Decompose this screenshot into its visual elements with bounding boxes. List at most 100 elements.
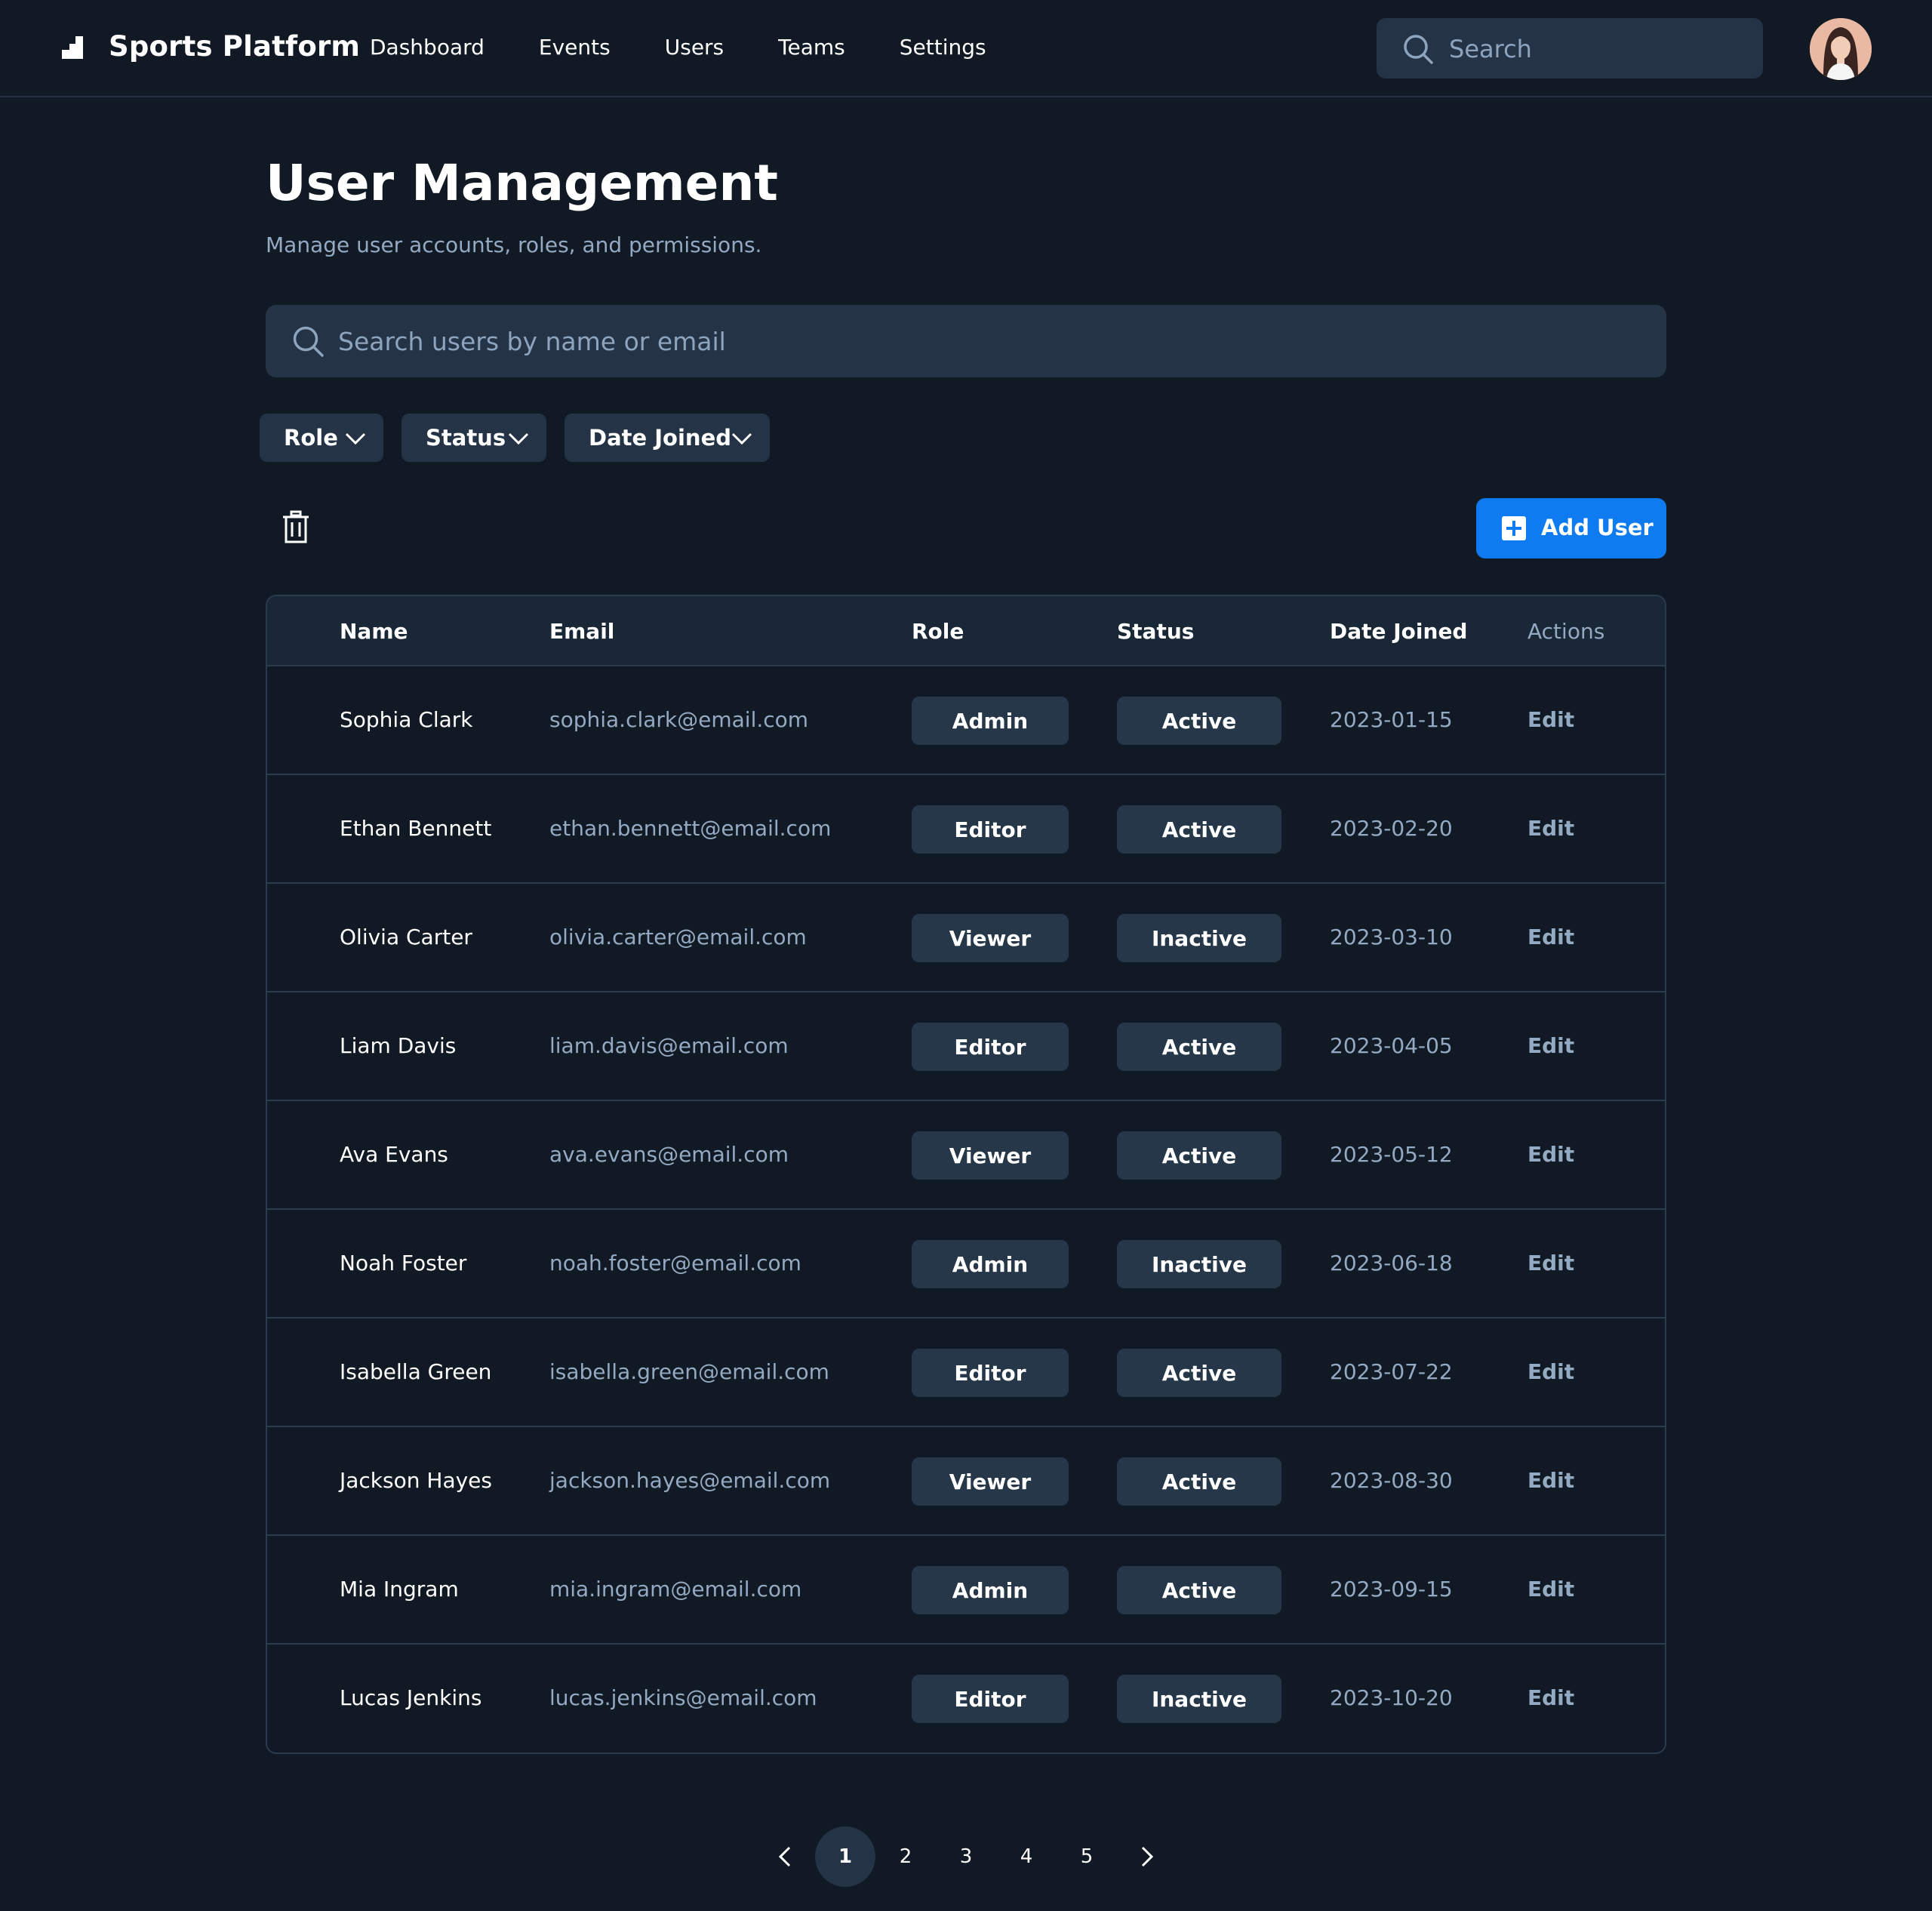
date-joined-filter-dropdown[interactable]: Date Joined [565, 414, 770, 462]
add-user-button[interactable]: Add User [1476, 498, 1666, 559]
user-email: noah.foster@email.com [549, 1251, 801, 1276]
user-email: ethan.bennett@email.com [549, 816, 832, 841]
edit-link[interactable]: Edit [1527, 1468, 1574, 1493]
chevron-left-icon[interactable] [776, 1845, 794, 1869]
table-row: Olivia Carter olivia.carter@email.com Vi… [267, 884, 1665, 992]
column-header-name[interactable]: Name [340, 619, 408, 644]
role-filter-dropdown[interactable]: Role [260, 414, 383, 462]
user-name: Ethan Bennett [340, 816, 492, 841]
status-badge: Active [1117, 1131, 1281, 1180]
role-badge: Editor [912, 1349, 1069, 1397]
user-email: olivia.carter@email.com [549, 925, 807, 949]
column-header-actions: Actions [1527, 619, 1605, 644]
date-joined: 2023-07-22 [1330, 1359, 1453, 1384]
page-button-5[interactable]: 5 [1057, 1826, 1117, 1887]
search-icon [1404, 35, 1433, 64]
role-badge: Viewer [912, 1457, 1069, 1506]
edit-link[interactable]: Edit [1527, 1359, 1574, 1384]
table-row: Ava Evans ava.evans@email.com Viewer Act… [267, 1101, 1665, 1210]
logo-icon [62, 36, 83, 59]
user-search-input[interactable]: Search users by name or email [266, 305, 1666, 377]
edit-link[interactable]: Edit [1527, 1685, 1574, 1710]
users-table: Name Email Role Status Date Joined Actio… [266, 595, 1666, 1754]
user-email: isabella.green@email.com [549, 1359, 829, 1384]
page-button-1[interactable]: 1 [815, 1826, 875, 1887]
status-badge: Active [1117, 1457, 1281, 1506]
brand-name[interactable]: Sports Platform [109, 30, 360, 63]
date-joined: 2023-03-10 [1330, 925, 1453, 949]
status-badge: Active [1117, 805, 1281, 854]
column-header-date-joined[interactable]: Date Joined [1330, 619, 1467, 644]
user-name: Isabella Green [340, 1359, 492, 1384]
status-badge: Inactive [1117, 1240, 1281, 1288]
edit-link[interactable]: Edit [1527, 1142, 1574, 1167]
user-email: ava.evans@email.com [549, 1142, 789, 1167]
user-name: Liam Davis [340, 1033, 457, 1058]
edit-link[interactable]: Edit [1527, 816, 1574, 841]
column-header-email[interactable]: Email [549, 619, 614, 644]
user-email: lucas.jenkins@email.com [549, 1685, 817, 1710]
main-nav: Dashboard Events Users Teams Settings [370, 35, 986, 60]
page-button-4[interactable]: 4 [996, 1826, 1057, 1887]
role-badge: Admin [912, 1566, 1069, 1614]
edit-link[interactable]: Edit [1527, 1577, 1574, 1602]
user-name: Jackson Hayes [340, 1468, 492, 1493]
table-row: Isabella Green isabella.green@email.com … [267, 1319, 1665, 1427]
edit-link[interactable]: Edit [1527, 925, 1574, 949]
user-name: Mia Ingram [340, 1577, 459, 1602]
chevron-down-icon [345, 432, 366, 445]
date-joined: 2023-06-18 [1330, 1251, 1453, 1276]
chevron-down-icon [508, 432, 529, 445]
page-button-3[interactable]: 3 [936, 1826, 996, 1887]
date-joined: 2023-09-15 [1330, 1577, 1453, 1602]
date-joined: 2023-05-12 [1330, 1142, 1453, 1167]
status-badge: Inactive [1117, 914, 1281, 962]
nav-settings[interactable]: Settings [900, 35, 986, 60]
edit-link[interactable]: Edit [1527, 707, 1574, 732]
nav-teams[interactable]: Teams [778, 35, 845, 60]
user-email: mia.ingram@email.com [549, 1577, 802, 1602]
role-badge: Viewer [912, 1131, 1069, 1180]
avatar-portrait-icon [1810, 18, 1872, 80]
search-icon [293, 326, 324, 357]
user-search-placeholder: Search users by name or email [338, 327, 726, 356]
page-button-2[interactable]: 2 [875, 1826, 936, 1887]
date-joined: 2023-01-15 [1330, 707, 1453, 732]
add-user-label: Add User [1541, 515, 1654, 540]
nav-users[interactable]: Users [665, 35, 724, 60]
role-badge: Editor [912, 805, 1069, 854]
date-joined-filter-label: Date Joined [589, 425, 731, 451]
status-badge: Active [1117, 697, 1281, 745]
status-badge: Active [1117, 1349, 1281, 1397]
user-name: Lucas Jenkins [340, 1685, 482, 1710]
plus-square-icon [1502, 516, 1526, 540]
status-filter-dropdown[interactable]: Status [401, 414, 546, 462]
role-filter-label: Role [284, 425, 338, 451]
trash-icon[interactable] [282, 510, 309, 543]
global-search-input[interactable]: Search [1377, 18, 1763, 78]
nav-dashboard[interactable]: Dashboard [370, 35, 485, 60]
date-joined: 2023-10-20 [1330, 1685, 1453, 1710]
role-badge: Editor [912, 1675, 1069, 1723]
edit-link[interactable]: Edit [1527, 1033, 1574, 1058]
global-search-placeholder: Search [1449, 35, 1532, 63]
column-header-role[interactable]: Role [912, 619, 964, 644]
user-name: Sophia Clark [340, 707, 473, 732]
column-header-status[interactable]: Status [1117, 619, 1194, 644]
table-row: Mia Ingram mia.ingram@email.com Admin Ac… [267, 1536, 1665, 1645]
table-row: Noah Foster noah.foster@email.com Admin … [267, 1210, 1665, 1319]
user-name: Noah Foster [340, 1251, 467, 1276]
user-name: Olivia Carter [340, 925, 472, 949]
role-badge: Editor [912, 1023, 1069, 1071]
user-avatar[interactable] [1810, 18, 1872, 80]
date-joined: 2023-04-05 [1330, 1033, 1453, 1058]
date-joined: 2023-02-20 [1330, 816, 1453, 841]
role-badge: Admin [912, 697, 1069, 745]
page-subtitle: Manage user accounts, roles, and permiss… [266, 232, 762, 257]
table-row: Liam Davis liam.davis@email.com Editor A… [267, 992, 1665, 1101]
nav-events[interactable]: Events [539, 35, 611, 60]
table-row: Jackson Hayes jackson.hayes@email.com Vi… [267, 1427, 1665, 1536]
role-badge: Viewer [912, 914, 1069, 962]
edit-link[interactable]: Edit [1527, 1251, 1574, 1276]
chevron-right-icon[interactable] [1138, 1845, 1156, 1869]
